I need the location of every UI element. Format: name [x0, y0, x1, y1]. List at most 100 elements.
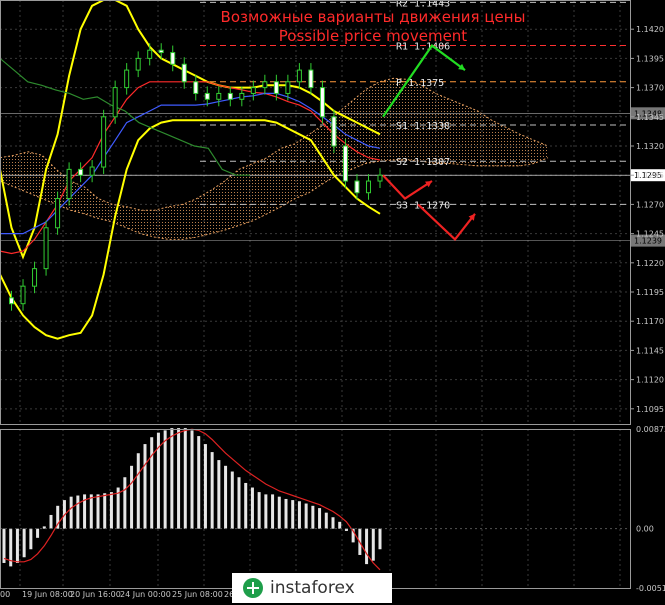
histogram-bar: [123, 477, 127, 529]
pivot-label-s1: S1 1.1338: [396, 121, 450, 132]
histogram-bar: [96, 494, 100, 529]
histogram-bar: [49, 514, 53, 529]
histogram-bar: [203, 444, 207, 529]
candle-body: [170, 52, 176, 65]
histogram-bar: [244, 482, 248, 529]
candle-body: [296, 69, 302, 83]
histogram-bar: [197, 436, 201, 529]
ichimoku-cloud: [0, 77, 549, 240]
y-tick-label: 1.1320: [636, 142, 664, 151]
histogram-bar: [230, 471, 234, 529]
histogram-bar: [190, 430, 194, 529]
candle-body: [124, 69, 130, 89]
histogram-bar: [264, 494, 268, 529]
x-tick-label: 19 Jun 08:00: [22, 590, 73, 599]
candle-body: [66, 168, 72, 200]
histogram-bar: [277, 496, 281, 529]
histogram-bar: [109, 492, 113, 529]
histogram-bar: [284, 498, 288, 529]
histogram-bar: [224, 465, 228, 529]
oscillator-tick-label: -0.00519: [636, 584, 665, 593]
oscillator-tick-label: 0.00: [636, 525, 654, 534]
chart-title: Возможные варианты движения цены: [221, 8, 526, 26]
histogram-bar: [217, 460, 221, 529]
x-tick-label: 00: [0, 590, 10, 599]
y-tick-label: 1.1345: [636, 113, 664, 122]
x-tick-label: 20 Jun 16:00: [70, 590, 121, 599]
histogram-bar: [103, 493, 107, 529]
y-tick-label: 1.1270: [636, 200, 664, 209]
candle-body: [193, 81, 199, 94]
instaforex-watermark: instaforex: [232, 573, 392, 603]
histogram-bar: [143, 444, 147, 529]
candle-body: [354, 180, 360, 194]
candle-body: [112, 87, 118, 118]
candle-body: [227, 92, 233, 100]
x-tick-label: 25 Jun 08:00: [172, 590, 223, 599]
histogram-bar: [297, 501, 301, 529]
histogram-bar: [365, 528, 369, 565]
histogram-bar: [136, 453, 140, 529]
candle-body: [32, 268, 38, 287]
candle-body: [377, 174, 383, 182]
histogram-bar: [183, 428, 187, 529]
histogram-bar: [250, 487, 254, 529]
candle-body: [239, 92, 245, 100]
candle-body: [285, 81, 291, 94]
histogram-bar: [237, 477, 241, 529]
brand-name: instaforex: [270, 578, 355, 598]
candle-body: [135, 57, 141, 71]
candle-body: [319, 87, 325, 118]
y-tick-label: 1.1095: [636, 405, 664, 414]
histogram-bar: [318, 508, 322, 529]
cloud-area: [0, 78, 548, 240]
chart-subtitle: Possible price movement: [279, 27, 468, 45]
y-tick-label: 1.1120: [636, 376, 664, 385]
histogram-bar: [22, 528, 26, 558]
y-tick-label: 1.1170: [636, 317, 664, 326]
histogram-bar: [210, 452, 214, 529]
candle-body: [158, 49, 164, 54]
candle-body: [262, 81, 268, 89]
y-tick-label: 1.1195: [636, 288, 664, 297]
candle-body: [55, 198, 61, 229]
y-tick-label: 1.1145: [636, 346, 664, 355]
chart-axes: 1.1420 1.1395 1.1370 1.1345 1.1320 1.1295 1.12…: [0, 0, 665, 599]
candle-body: [216, 92, 222, 100]
histogram-bar: [324, 512, 328, 529]
oscillator-panel-frame: [0, 429, 631, 589]
y-tick-label: 1.1370: [636, 84, 664, 93]
histogram-bar: [2, 528, 6, 563]
forex-chart: R2 1.1443R1 1.1406P 1.1375S1 1.1338S2 1.…: [0, 0, 665, 599]
y-tick-label: 1.1395: [636, 54, 664, 63]
candle-body: [89, 166, 95, 176]
histogram-bar: [304, 503, 308, 529]
histogram-bar: [177, 428, 181, 529]
histogram-bar: [163, 430, 167, 529]
histogram-bar: [89, 494, 93, 529]
histogram-bar: [371, 528, 375, 561]
histogram-bar: [331, 517, 335, 529]
candle-body: [78, 168, 84, 176]
x-tick-label: 24 Jun 00:00: [120, 590, 171, 599]
candle-body: [204, 92, 210, 100]
histogram-bar: [338, 521, 342, 529]
candle-body: [43, 227, 49, 270]
candle-body: [342, 145, 348, 182]
histogram-bar: [170, 428, 174, 529]
candle-body: [101, 116, 107, 168]
candle-body: [9, 297, 15, 305]
histogram-bar: [291, 500, 295, 529]
candle-body: [273, 81, 279, 94]
candle-body: [331, 116, 337, 147]
y-tick-label: 1.1220: [636, 259, 664, 268]
histogram-bar: [69, 496, 73, 529]
y-tick-label: 1.1245: [636, 230, 664, 239]
candle-body: [365, 180, 371, 194]
instaforex-logo-icon: [243, 578, 263, 598]
candle-body: [308, 69, 314, 89]
histogram-bar: [311, 505, 315, 529]
candle-body: [20, 285, 26, 305]
histogram-bar: [76, 495, 80, 529]
candle-body: [250, 87, 256, 94]
